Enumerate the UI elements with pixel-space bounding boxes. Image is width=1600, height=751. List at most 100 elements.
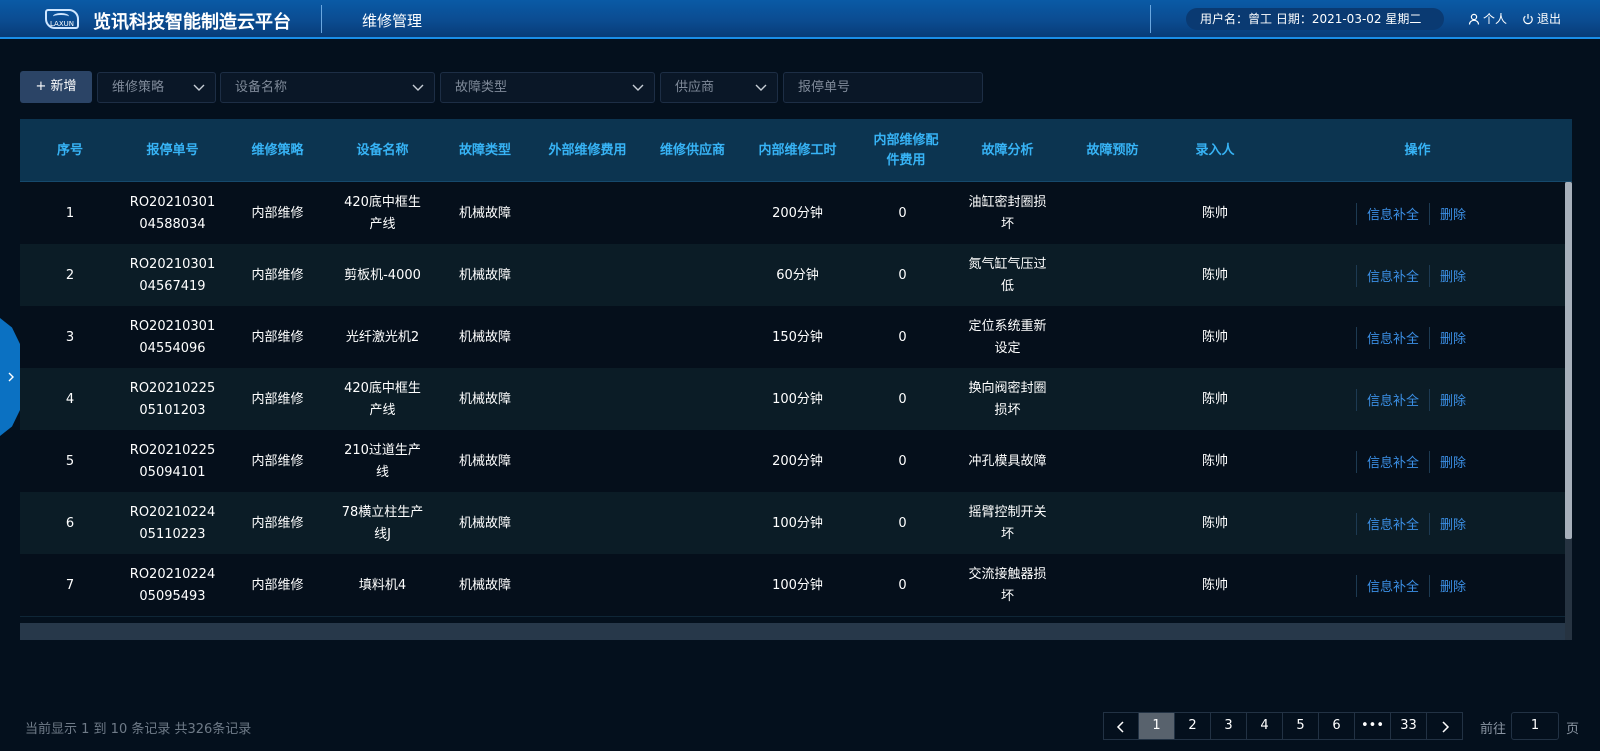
order-number-input[interactable]: 报停单号	[783, 72, 983, 103]
cell-prevention	[1060, 182, 1165, 245]
page-button[interactable]: 2	[1175, 712, 1211, 740]
page-button[interactable]: 1	[1139, 712, 1175, 740]
cell-prevention	[1060, 368, 1165, 431]
chevron-right-icon	[1441, 721, 1449, 733]
cell-parts-cost: 0	[850, 244, 955, 307]
fault-type-select[interactable]: 故障类型	[440, 72, 655, 103]
delete-link[interactable]: 删除	[1430, 328, 1476, 347]
delete-link[interactable]: 删除	[1430, 204, 1476, 223]
prev-page-button[interactable]	[1103, 712, 1139, 740]
next-page-button[interactable]	[1427, 712, 1463, 740]
cell-hours: 100分钟	[745, 368, 850, 431]
cell-no: 1	[20, 182, 120, 245]
cell-order: RO2021030104588034	[120, 182, 225, 245]
cell-prevention	[1060, 244, 1165, 307]
row-actions: 信息补全 删除	[1356, 368, 1476, 431]
cell-text: 机械故障	[458, 453, 511, 469]
supplement-info-link[interactable]: 信息补全	[1357, 576, 1429, 595]
cell-no: 7	[20, 554, 120, 617]
page-list: 1 2 3 4 5 6 ••• 33	[1139, 712, 1427, 740]
delete-link[interactable]: 删除	[1430, 266, 1476, 285]
cell-text: 0	[898, 205, 907, 221]
cell-analysis: 换向阀密封圈损坏	[955, 368, 1060, 431]
cell-text: 100分钟	[772, 515, 823, 531]
cell-text: 氮气缸气压过低	[968, 256, 1047, 294]
goto-page-input[interactable]: 1	[1511, 712, 1559, 740]
cell-text: 3	[65, 329, 75, 345]
row-actions: 信息补全 删除	[1356, 182, 1476, 245]
strategy-select[interactable]: 维修策略	[97, 72, 216, 103]
cell-text: 陈帅	[1201, 515, 1228, 531]
logout-button[interactable]: 退出	[1522, 10, 1561, 27]
cell-text: 填料机4	[358, 577, 407, 593]
add-button[interactable]: + 新增	[20, 71, 92, 103]
user-info: 用户名：曾工 日期：2021-03-02 星期二	[1186, 8, 1444, 30]
cell-text: 420底中框生产线	[344, 194, 421, 232]
cell-text: 100分钟	[772, 577, 823, 593]
cell-order: RO2021030104554096	[120, 306, 225, 369]
cell-text: 1	[65, 205, 75, 221]
cell-strategy: 内部维修	[225, 368, 330, 431]
cell-text: 换向阀密封圈损坏	[968, 380, 1047, 418]
table-row: 4 RO2021022505101203 内部维修 420底中框生产线 机械故障 100分…	[20, 368, 1568, 431]
cell-device: 填料机4	[330, 554, 435, 617]
cell-text: 机械故障	[458, 267, 511, 283]
cell-text: 78横立柱生产线J	[341, 504, 424, 542]
cell-device: 剪板机-4000	[330, 244, 435, 307]
personal-button[interactable]: 个人	[1468, 10, 1507, 27]
cell-text: 机械故障	[458, 515, 511, 531]
cell-text: 210过道生产线	[344, 442, 421, 480]
cell-recorder: 陈帅	[1165, 306, 1265, 369]
page-ellipsis[interactable]: •••	[1355, 712, 1391, 740]
supplier-select[interactable]: 供应商	[660, 72, 778, 103]
column-header: 内部维修配件费用	[873, 132, 939, 168]
page-button[interactable]: 4	[1247, 712, 1283, 740]
page-button[interactable]: 33	[1391, 712, 1427, 740]
row-actions: 信息补全 删除	[1356, 306, 1476, 369]
cell-hours: 60分钟	[745, 244, 850, 307]
delete-link[interactable]: 删除	[1430, 390, 1476, 409]
cell-text: 200分钟	[772, 453, 823, 469]
cell-device: 420底中框生产线	[330, 182, 435, 245]
cell-order: RO2021022505094101	[120, 430, 225, 493]
supplement-info-link[interactable]: 信息补全	[1357, 452, 1429, 471]
cell-parts-cost: 0	[850, 306, 955, 369]
sidebar-expand-tab[interactable]	[0, 318, 20, 436]
supplement-info-link[interactable]: 信息补全	[1357, 266, 1429, 285]
row-actions: 信息补全 删除	[1356, 430, 1476, 493]
column-header: 维修策略	[251, 142, 304, 158]
cell-no: 4	[20, 368, 120, 431]
page-button[interactable]: 5	[1283, 712, 1319, 740]
cell-text: RO2021022405110223	[129, 504, 216, 542]
cell-text: 冲孔模具故障	[968, 453, 1047, 469]
cell-text: 420底中框生产线	[344, 380, 421, 418]
cell-text: 内部维修	[251, 577, 304, 593]
table-row: 6 RO2021022405110223 内部维修 78横立柱生产线J 机械故障 100分…	[20, 492, 1568, 555]
page-button[interactable]: 3	[1211, 712, 1247, 740]
cell-analysis: 氮气缸气压过低	[955, 244, 1060, 307]
cell-text: 4	[65, 391, 75, 407]
cell-ext-cost	[535, 244, 640, 307]
strategy-select-placeholder: 维修策略	[112, 80, 165, 95]
supplement-info-link[interactable]: 信息补全	[1357, 390, 1429, 409]
cell-recorder: 陈帅	[1165, 368, 1265, 431]
supplement-info-link[interactable]: 信息补全	[1357, 204, 1429, 223]
supplement-info-link[interactable]: 信息补全	[1357, 328, 1429, 347]
supplement-info-link[interactable]: 信息补全	[1357, 514, 1429, 533]
cell-no: 6	[20, 492, 120, 555]
page-button[interactable]: 6	[1319, 712, 1355, 740]
cell-text: 陈帅	[1201, 205, 1228, 221]
delete-link[interactable]: 删除	[1430, 514, 1476, 533]
cell-supplier	[640, 368, 745, 431]
cell-text: 内部维修	[251, 391, 304, 407]
cell-parts-cost: 0	[850, 492, 955, 555]
page-unit-label: 页	[1566, 722, 1580, 737]
table-scrollbar-thumb[interactable]	[1565, 182, 1572, 539]
row-actions: 信息补全 删除	[1356, 244, 1476, 307]
cell-text: 内部维修	[251, 329, 304, 345]
device-select[interactable]: 设备名称	[220, 72, 435, 103]
delete-link[interactable]: 删除	[1430, 576, 1476, 595]
chevron-down-icon	[755, 84, 767, 91]
delete-link[interactable]: 删除	[1430, 452, 1476, 471]
column-header: 报停单号	[146, 142, 199, 158]
